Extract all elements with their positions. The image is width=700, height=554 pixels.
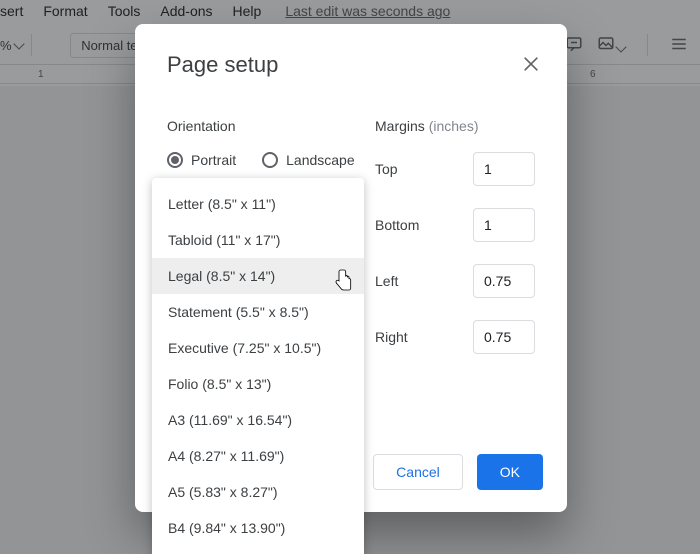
paper-size-option-tabloid[interactable]: Tabloid (11" x 17") [152, 222, 364, 258]
margin-bottom-input[interactable] [473, 208, 535, 242]
paper-size-option-executive[interactable]: Executive (7.25" x 10.5") [152, 330, 364, 366]
close-icon [521, 54, 541, 74]
margin-left-label: Left [375, 273, 473, 289]
paper-size-option-a3[interactable]: A3 (11.69" x 16.54") [152, 402, 364, 438]
radio-landscape-label: Landscape [286, 152, 355, 168]
cancel-button[interactable]: Cancel [373, 454, 463, 490]
margin-left-input[interactable] [473, 264, 535, 298]
dialog-title: Page setup [167, 52, 535, 78]
paper-size-option-letter[interactable]: Letter (8.5" x 11") [152, 186, 364, 222]
paper-size-menu: Letter (8.5" x 11") Tabloid (11" x 17") … [152, 178, 364, 554]
paper-size-option-legal[interactable]: Legal (8.5" x 14") [152, 258, 364, 294]
close-button[interactable] [521, 54, 541, 74]
radio-landscape[interactable]: Landscape [262, 152, 355, 168]
radio-portrait[interactable]: Portrait [167, 152, 236, 168]
ok-button[interactable]: OK [477, 454, 543, 490]
margin-bottom-label: Bottom [375, 217, 473, 233]
orientation-label: Orientation [167, 118, 375, 134]
margin-top-label: Top [375, 161, 473, 177]
paper-size-option-folio[interactable]: Folio (8.5" x 13") [152, 366, 364, 402]
paper-size-option-b5[interactable]: B5 (6.93" x 9.84") [152, 546, 364, 554]
radio-icon [262, 152, 278, 168]
paper-size-option-statement[interactable]: Statement (5.5" x 8.5") [152, 294, 364, 330]
margin-top-input[interactable] [473, 152, 535, 186]
margins-label: Margins (inches) [375, 118, 535, 134]
radio-icon [167, 152, 183, 168]
paper-size-option-a5[interactable]: A5 (5.83" x 8.27") [152, 474, 364, 510]
paper-size-option-a4[interactable]: A4 (8.27" x 11.69") [152, 438, 364, 474]
radio-portrait-label: Portrait [191, 152, 236, 168]
margin-right-label: Right [375, 329, 473, 345]
paper-size-option-b4[interactable]: B4 (9.84" x 13.90") [152, 510, 364, 546]
margin-right-input[interactable] [473, 320, 535, 354]
